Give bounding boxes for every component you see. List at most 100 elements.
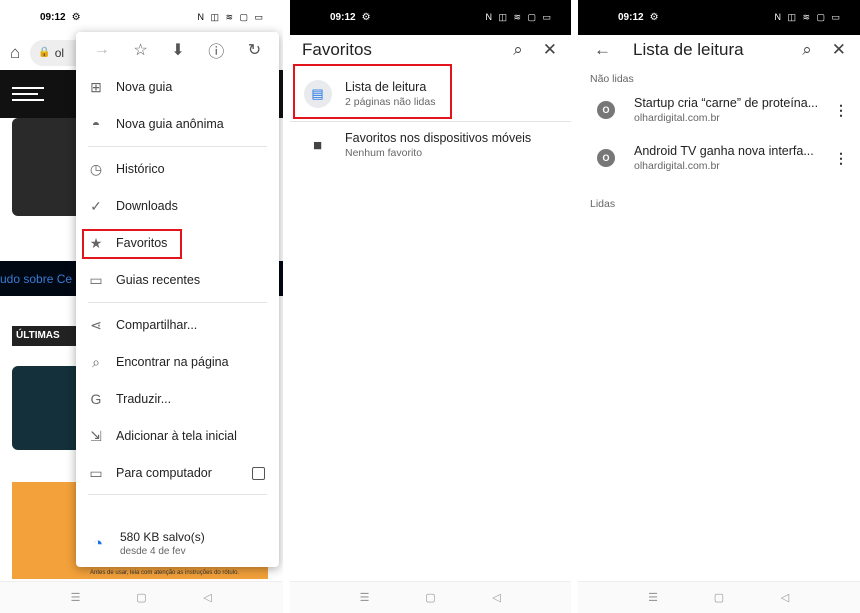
- data-saver-summary[interactable]: ◔ 580 KB salvo(s) desde 4 de fev: [76, 530, 205, 557]
- menu-item-traduzir[interactable]: G Traduzir...: [76, 384, 279, 414]
- chrome-overflow-menu: → ☆ ⬇ ⓘ ↻ ⊞ Nova guia ◓ Nova guia anônima …: [76, 32, 279, 567]
- bookmark-star-icon[interactable]: ☆: [133, 40, 147, 60]
- article-thumbnail[interactable]: [12, 366, 82, 450]
- search-icon[interactable]: ⌕: [513, 40, 523, 60]
- plus-square-icon: ⊞: [90, 78, 102, 95]
- lock-icon: 🔒: [38, 47, 51, 58]
- recents-nav-icon[interactable]: ☰: [645, 591, 661, 604]
- menu-item-downloads[interactable]: ✓ Downloads: [76, 191, 279, 221]
- screen-lista-de-leitura: 09:12 ⚙ N ◫ ≋ ▢ ▭ ← Lista de leitura ⌕ ✕…: [578, 0, 860, 613]
- status-icons: N ◫ ≋ ▢ ▭: [485, 12, 553, 22]
- page-header: Favoritos ⌕ ✕: [290, 35, 571, 65]
- section-unread: Não lidas: [590, 73, 634, 85]
- status-time: 09:12: [618, 12, 644, 23]
- site-favicon-icon: O: [597, 101, 615, 119]
- section-label-ultimas: ÚLTIMAS: [12, 326, 78, 346]
- highlight-box: [293, 64, 452, 119]
- menu-item-nova-guia[interactable]: ⊞ Nova guia: [76, 72, 279, 102]
- ad-disclaimer: Antes de usar, leia com atenção as instr…: [90, 570, 240, 576]
- highlight-box: [82, 229, 182, 259]
- find-in-page-icon: ⌕: [92, 353, 100, 370]
- menu-item-label: Histórico: [116, 162, 165, 176]
- menu-item-historico[interactable]: ◷ Histórico: [76, 154, 279, 184]
- close-icon[interactable]: ✕: [832, 40, 846, 60]
- settings-gear-icon: ⚙: [649, 12, 659, 23]
- forward-icon[interactable]: →: [94, 41, 110, 59]
- menu-item-label: Traduzir...: [116, 392, 172, 406]
- info-icon[interactable]: ⓘ: [208, 38, 224, 62]
- article-thumbnail[interactable]: [12, 118, 82, 216]
- status-bar: 09:12 ⚙ N ◫ ≋ ▢ ▭: [0, 0, 283, 35]
- share-icon: ⋖: [90, 316, 102, 333]
- home-nav-icon[interactable]: ▢: [711, 591, 727, 604]
- menu-toolbar: → ☆ ⬇ ⓘ ↻: [76, 32, 279, 68]
- back-arrow-icon[interactable]: ←: [594, 40, 611, 60]
- desktop-icon: ▭: [89, 464, 103, 481]
- saved-title: 580 KB salvo(s): [120, 530, 205, 544]
- menu-divider: [88, 494, 267, 495]
- system-nav-bar: ☰ ▢ ◁: [290, 581, 571, 613]
- back-nav-icon[interactable]: ◁: [200, 591, 216, 604]
- status-time: 09:12: [330, 12, 356, 23]
- menu-item-label: Nova guia: [116, 80, 173, 94]
- divider: [290, 121, 571, 122]
- menu-item-label: Downloads: [116, 199, 178, 213]
- menu-item-label: Adicionar à tela inicial: [116, 429, 237, 443]
- system-nav-bar: ☰ ▢ ◁: [0, 581, 283, 613]
- more-vert-icon[interactable]: ⋮: [834, 102, 848, 119]
- list-item[interactable]: O Startup cria “carne” de proteína... olh…: [578, 96, 860, 124]
- omnibox-text: ol: [54, 45, 65, 60]
- system-nav-bar: ☰ ▢ ◁: [578, 581, 860, 613]
- more-vert-icon[interactable]: ⋮: [834, 150, 848, 167]
- download-icon[interactable]: ⬇: [171, 40, 184, 60]
- data-saver-icon: ◔: [92, 533, 104, 553]
- status-icons: N ◫ ≋ ▢ ▭: [197, 12, 265, 22]
- menu-item-para-computador[interactable]: ▭ Para computador: [76, 458, 279, 488]
- home-nav-icon[interactable]: ▢: [134, 591, 150, 604]
- recents-nav-icon[interactable]: ☰: [68, 591, 84, 604]
- menu-item-adicionar-tela-inicial[interactable]: ⇲ Adicionar à tela inicial: [76, 421, 279, 451]
- promo-text: udo sobre Ce: [0, 272, 73, 286]
- devices-icon: ▭: [89, 271, 103, 288]
- menu-item-nova-guia-anonima[interactable]: ◓ Nova guia anônima: [76, 109, 279, 139]
- download-done-icon: ✓: [90, 197, 102, 214]
- reload-icon[interactable]: ↻: [248, 40, 261, 60]
- menu-item-encontrar-na-pagina[interactable]: ⌕ Encontrar na página: [76, 347, 279, 377]
- menu-item-label: Nova guia anônima: [116, 117, 224, 131]
- status-bar: 09:12 ⚙ N ◫ ≋ ▢ ▭: [578, 0, 860, 35]
- page-title: Favoritos: [302, 40, 372, 59]
- item-title: Android TV ganha nova interfa...: [634, 144, 814, 158]
- home-nav-icon[interactable]: ▢: [423, 591, 439, 604]
- item-title: Favoritos nos dispositivos móveis: [345, 131, 532, 145]
- list-item-favoritos-moveis[interactable]: ■ Favoritos nos dispositivos móveis Nenhu…: [290, 131, 571, 159]
- menu-divider: [88, 146, 267, 147]
- folder-icon: ■: [312, 136, 323, 154]
- menu-item-label: Encontrar na página: [116, 355, 229, 369]
- close-icon[interactable]: ✕: [543, 40, 557, 60]
- menu-divider: [88, 302, 267, 303]
- menu-item-guias-recentes[interactable]: ▭ Guias recentes: [76, 265, 279, 295]
- saved-sub: desde 4 de fev: [120, 546, 186, 557]
- desktop-site-checkbox[interactable]: [252, 466, 265, 480]
- item-sub: olhardigital.com.br: [634, 160, 720, 172]
- recents-nav-icon[interactable]: ☰: [357, 591, 373, 604]
- item-title: Startup cria “carne” de proteína...: [634, 96, 819, 110]
- item-sub: Nenhum favorito: [345, 147, 423, 159]
- menu-item-label: Compartilhar...: [116, 318, 198, 332]
- menu-item-compartilhar[interactable]: ⋖ Compartilhar...: [76, 310, 279, 340]
- list-item[interactable]: O Android TV ganha nova interfa... olhard…: [578, 144, 860, 172]
- search-icon[interactable]: ⌕: [802, 40, 812, 60]
- settings-gear-icon: ⚙: [361, 12, 371, 23]
- hamburger-menu-icon[interactable]: [12, 87, 44, 101]
- translate-icon: G: [90, 391, 102, 407]
- page-title: Lista de leitura: [633, 40, 744, 59]
- history-icon: ◷: [89, 160, 103, 177]
- settings-gear-icon: ⚙: [71, 12, 81, 23]
- back-nav-icon[interactable]: ◁: [489, 591, 505, 604]
- back-nav-icon[interactable]: ◁: [777, 591, 793, 604]
- menu-item-label: Guias recentes: [116, 273, 201, 287]
- menu-item-label: Para computador: [116, 466, 212, 480]
- status-bar: 09:12 ⚙ N ◫ ≋ ▢ ▭: [290, 0, 571, 35]
- incognito-icon: ◓: [91, 116, 101, 132]
- home-icon[interactable]: ⌂: [10, 43, 20, 63]
